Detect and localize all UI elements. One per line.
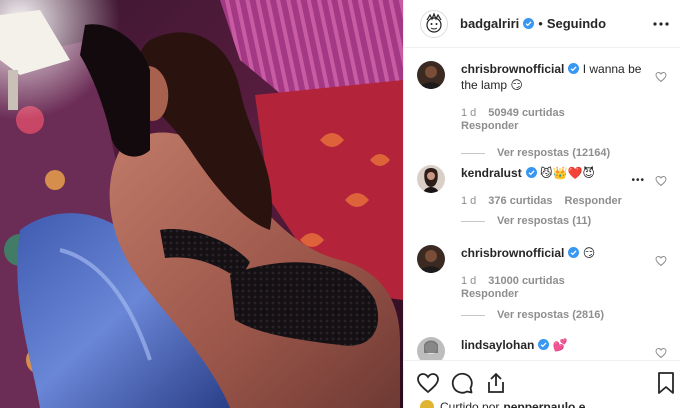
- comments-list[interactable]: chrisbrownofficial I wanna be the lamp 😏…: [404, 49, 680, 360]
- liked-by-user[interactable]: pepperpaulo e: [503, 400, 585, 408]
- comment-username[interactable]: chrisbrownofficial: [461, 246, 564, 260]
- comment-time: 1 d: [461, 275, 477, 287]
- following-button[interactable]: Seguindo: [547, 16, 606, 31]
- comment-meta: 1 d 376 curtidas Responder: [461, 195, 651, 208]
- comment-text: 💕: [552, 338, 568, 352]
- share-icon[interactable]: [484, 371, 508, 395]
- comment-icon[interactable]: [450, 371, 474, 395]
- more-options-icon: [653, 22, 669, 26]
- avatar-photo-icon: [417, 245, 445, 273]
- view-replies-label: Ver respostas (2816): [497, 309, 605, 321]
- avatar-photo-icon: [417, 165, 445, 193]
- bookmark-icon[interactable]: [654, 371, 678, 395]
- replies-divider: [461, 220, 485, 222]
- heart-icon[interactable]: [416, 371, 440, 395]
- verified-badge-icon: [523, 18, 535, 29]
- comment-meta: 1 d 50949 curtidas Responder: [461, 107, 651, 133]
- like-comment-heart-icon[interactable]: [655, 347, 667, 359]
- comment-time: 1 d: [461, 107, 477, 119]
- comment-text: 😏: [582, 246, 596, 260]
- like-comment-heart-icon[interactable]: [655, 175, 667, 187]
- replies-divider: [461, 314, 485, 316]
- post-author-username[interactable]: badgalriri: [460, 16, 519, 31]
- replies-divider: [461, 152, 485, 154]
- verified-badge-icon: [538, 339, 550, 350]
- post-image: [0, 0, 403, 408]
- verified-badge-icon: [525, 167, 537, 178]
- like-comment-heart-icon[interactable]: [655, 71, 667, 83]
- avatar-photo-icon: [417, 61, 445, 89]
- comment-likes[interactable]: 31000 curtidas: [488, 275, 564, 287]
- avatar[interactable]: [417, 245, 445, 273]
- comment-likes[interactable]: 50949 curtidas: [488, 107, 564, 119]
- view-replies-button[interactable]: Ver respostas (12164): [461, 147, 610, 159]
- liked-by-prefix: Curtido por: [440, 400, 500, 408]
- avatar[interactable]: [417, 61, 445, 89]
- avatar-photo-icon: [417, 337, 445, 360]
- view-replies-button[interactable]: Ver respostas (11): [461, 215, 591, 227]
- comment-username[interactable]: kendralust: [461, 166, 522, 180]
- view-replies-button[interactable]: Ver respostas (2816): [461, 309, 604, 321]
- comment-body: kendralust 😼👑❤️😈 1 d 376 curtidas Responde…: [461, 165, 651, 208]
- comment-body: chrisbrownofficial I wanna be the lamp 😏…: [461, 61, 651, 133]
- more-options-button[interactable]: [649, 12, 673, 36]
- comment-username[interactable]: lindsaylohan: [461, 338, 534, 352]
- verified-badge-icon: [568, 247, 580, 258]
- comment-time: 1 d: [461, 195, 477, 207]
- header-separator: •: [538, 16, 543, 31]
- avatar[interactable]: [420, 400, 434, 408]
- like-comment-heart-icon[interactable]: [655, 255, 667, 267]
- comment-meta: 1 d 31000 curtidas Responder: [461, 275, 651, 301]
- comment-username[interactable]: chrisbrownofficial: [461, 62, 564, 76]
- comment-text: 😼👑❤️😈: [540, 166, 595, 180]
- post-photo[interactable]: [0, 0, 403, 408]
- liked-by-line: Curtido por pepperpaulo e: [420, 400, 585, 408]
- reply-button[interactable]: Responder: [461, 120, 518, 132]
- post-side-panel: badgalriri • Seguindo chrisbrownofficial…: [403, 0, 680, 408]
- comment-likes[interactable]: 376 curtidas: [488, 195, 552, 207]
- reply-button[interactable]: Responder: [461, 288, 518, 300]
- view-replies-label: Ver respostas (12164): [497, 147, 611, 159]
- comment-body: lindsaylohan 💕: [461, 337, 651, 353]
- avatar[interactable]: [420, 9, 448, 38]
- avatar[interactable]: [417, 337, 445, 360]
- post-header: badgalriri • Seguindo: [404, 0, 680, 48]
- verified-badge-icon: [568, 63, 580, 74]
- avatar[interactable]: [417, 165, 445, 193]
- avatar-sketch-icon: [426, 11, 442, 33]
- reply-button[interactable]: Responder: [565, 195, 622, 207]
- view-replies-label: Ver respostas (11): [497, 215, 592, 227]
- comment-body: chrisbrownofficial 😏 1 d 31000 curtidas R…: [461, 245, 651, 301]
- comment-more-options-button[interactable]: •••: [631, 175, 645, 186]
